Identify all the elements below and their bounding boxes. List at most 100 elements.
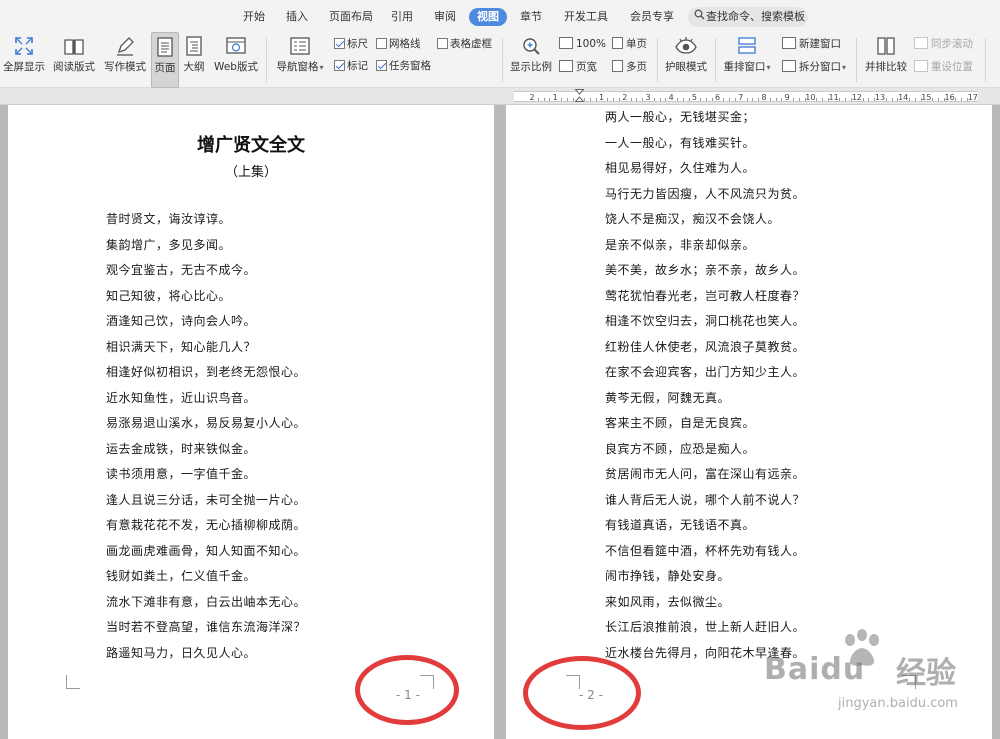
margin-corner-mark (420, 675, 434, 689)
margin-corner-mark (566, 675, 580, 689)
book-icon (64, 39, 84, 55)
single-page-icon (612, 37, 623, 49)
task-pane-checkbox[interactable]: 任务窗格 (376, 59, 431, 73)
checkbox-unchecked-icon (376, 38, 387, 49)
page-view-button[interactable]: 页面 (151, 32, 179, 88)
new-window-label: 新建窗口 (799, 38, 841, 50)
tab-insert[interactable]: 插入 (286, 8, 308, 26)
ruler-tick (909, 98, 910, 101)
page-width-label: 页宽 (576, 61, 597, 73)
page-1[interactable]: 增广贤文全文 （上集） 昔时贤文，诲汝谆谆。 集韵增广，多见多闻。 观今宜鉴古，无古… (8, 105, 494, 739)
ruler-checkbox-label: 标尺 (347, 38, 368, 50)
document-workspace[interactable]: 增广贤文全文 （上集） 昔时贤文，诲汝谆谆。 集韵增广，多见多闻。 观今宜鉴古，无古… (0, 105, 1000, 739)
reading-layout-button[interactable]: 阅读版式 (52, 32, 96, 88)
arrange-windows-button[interactable]: 重排窗口▾ (722, 32, 772, 88)
verse-line: 流水下滩非有意，白云出岫本无心。 (106, 594, 307, 609)
reset-position-button[interactable]: 重设位置 (914, 59, 973, 75)
tab-references[interactable]: 引用 (391, 8, 413, 26)
ruler-tick (816, 98, 818, 101)
ruler-tick (746, 98, 748, 101)
ruler-tick (961, 98, 963, 101)
ruler-number: 9 (784, 93, 790, 102)
ruler-checkbox[interactable]: 标尺 (334, 37, 368, 51)
page-view-label: 页面 (154, 62, 176, 74)
tab-chapter[interactable]: 章节 (520, 8, 542, 26)
reset-position-icon (914, 60, 928, 72)
split-window-icon (782, 60, 796, 72)
verse-line: 红粉佳人休使老，风流浪子莫教贫。 (605, 339, 806, 354)
verse-line: 酒逢知己饮，诗向会人吟。 (106, 314, 257, 328)
ribbon-separator (856, 38, 857, 82)
verse-line: 观今宜鉴古，无古不成今。 (106, 263, 257, 277)
ruler-number: 13 (874, 93, 886, 102)
ribbon-toolbar: 全屏显示 阅读版式 写作模式 页面 大纲 Web版式 导航窗格▾ 标尺 网格线 … (0, 32, 1000, 88)
ruler-tick (607, 98, 609, 101)
verse-line: 知己知彼，将心比心。 (106, 288, 232, 303)
ruler-tick (537, 98, 539, 101)
ruler-tick (723, 98, 725, 101)
chevron-down-icon: ▾ (319, 63, 324, 72)
new-window-button[interactable]: 新建窗口 (782, 36, 841, 52)
outline-view-label: 大纲 (183, 61, 205, 73)
sync-scroll-button[interactable]: 同步滚动 (914, 36, 973, 52)
writing-mode-button[interactable]: 写作模式 (103, 32, 147, 88)
ruler-tick (885, 98, 887, 101)
ruler-tick (543, 98, 545, 101)
ruler-tick (781, 98, 783, 101)
web-layout-label: Web版式 (214, 61, 258, 73)
page-2[interactable]: 两人一般心，无钱堪买金； 一人一般心，有钱难买针。 相见易得好，久住难为人。 马行无力… (506, 105, 992, 739)
ruler-number: 15 (921, 93, 932, 102)
tab-member[interactable]: 会员专享 (630, 8, 674, 26)
verse-line: 当时若不登高望，谁信东流海洋深？ (106, 620, 307, 634)
side-by-side-label: 并排比较 (865, 61, 907, 73)
ruler-tick (769, 98, 771, 101)
outline-view-button[interactable]: 大纲 (182, 32, 206, 88)
command-search-box[interactable]: 查找命令、搜索模板 (688, 7, 808, 27)
markup-checkbox[interactable]: 标记 (334, 59, 368, 73)
ruler-tick (798, 98, 800, 101)
zoom-100-button[interactable]: 100% (559, 36, 606, 52)
page-icon (157, 37, 173, 57)
nav-pane-button[interactable]: 导航窗格▾ (274, 32, 326, 88)
gridlines-checkbox-label: 网格线 (389, 38, 421, 50)
web-layout-button[interactable]: Web版式 (212, 32, 260, 88)
ruler-tick (688, 98, 690, 101)
eye-protect-button[interactable]: 护眼模式 (663, 32, 709, 88)
ruler-tick (613, 98, 615, 101)
ruler-tick (700, 98, 702, 101)
tab-page-layout[interactable]: 页面布局 (329, 8, 373, 26)
search-icon (692, 7, 706, 27)
document-subtitle: （上集） (224, 165, 277, 180)
ruler-tick (595, 98, 597, 101)
chevron-down-icon: ▾ (766, 63, 771, 72)
single-page-button[interactable]: 单页 (612, 36, 647, 52)
page-width-button[interactable]: 页宽 (559, 59, 597, 75)
tab-review[interactable]: 审阅 (434, 8, 456, 26)
indent-marker-icon[interactable] (575, 89, 584, 103)
tab-view[interactable]: 视图 (469, 8, 507, 26)
eye-protect-label: 护眼模式 (665, 61, 707, 73)
fullscreen-button[interactable]: 全屏显示 (2, 32, 46, 88)
side-by-side-button[interactable]: 并排比较 (862, 32, 910, 88)
sync-scroll-label: 同步滚动 (931, 38, 973, 50)
ruler-number: 4 (668, 93, 674, 102)
checkbox-checked-icon (334, 38, 345, 49)
tab-developer[interactable]: 开发工具 (564, 8, 608, 26)
zoom-button[interactable]: 显示比例 (508, 32, 554, 88)
split-window-button[interactable]: 拆分窗口▾ (782, 59, 846, 75)
ruler-tick (932, 98, 934, 101)
horizontal-ruler[interactable]: 2 1 1 2 3 4 5 6 7 8 9 10 11 12 13 14 15 16 17 (0, 88, 1000, 105)
side-by-side-icon (877, 37, 895, 55)
table-gridlines-checkbox[interactable]: 表格虚框 (437, 37, 492, 51)
gridlines-checkbox[interactable]: 网格线 (376, 37, 421, 51)
ruler-tick (822, 98, 823, 101)
ruler-tick (642, 98, 644, 101)
verse-line: 运去金成铁，时来铁似金。 (106, 441, 257, 456)
ruler-tick (677, 98, 678, 101)
ruler-tick (735, 98, 736, 101)
ruler-number: 10 (805, 93, 816, 102)
multi-page-button[interactable]: 多页 (612, 59, 647, 75)
tab-home[interactable]: 开始 (243, 8, 265, 26)
ruler-tick (584, 98, 586, 101)
verse-line: 是亲不似亲，非亲却似亲。 (605, 237, 756, 252)
